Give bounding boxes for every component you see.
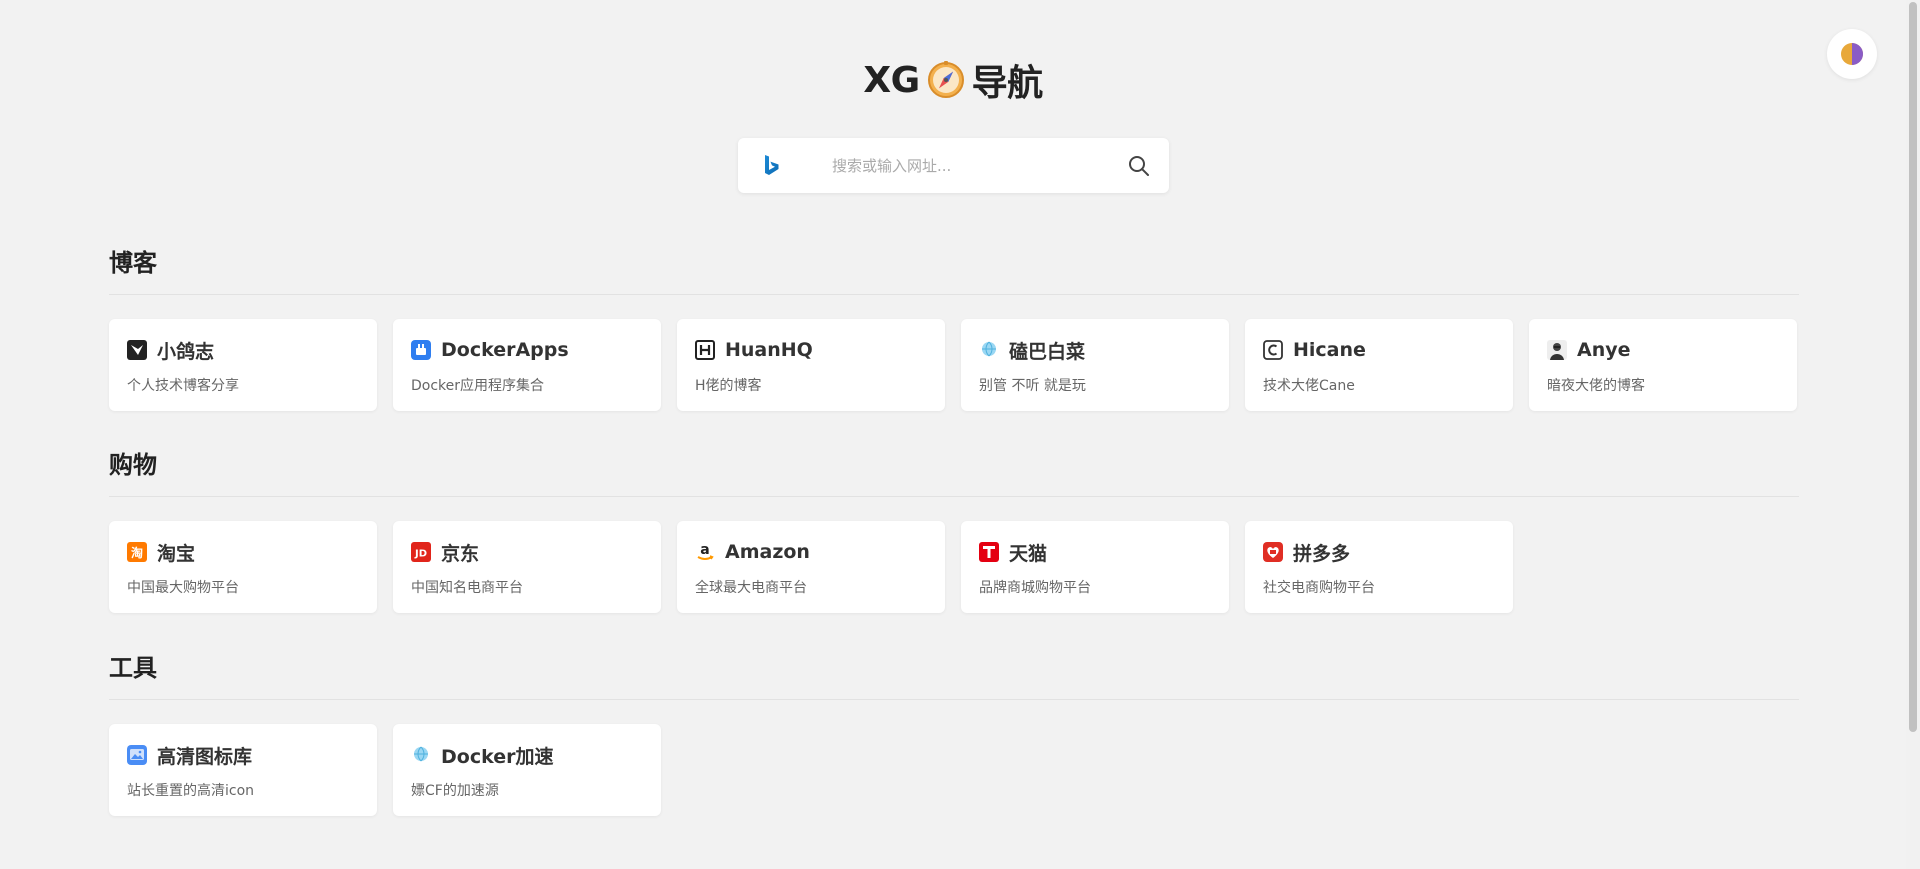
link-card-jd[interactable]: JD 京东 中国知名电商平台 [393, 521, 661, 613]
section-blog: 博客 小鸽志 个人技术博客分享 DockerApps Docker应用程序集合 … [109, 243, 1799, 411]
card-description: Docker应用程序集合 [411, 378, 545, 394]
xiaogezhi-icon [127, 340, 147, 360]
link-card-taobao[interactable]: 淘 淘宝 中国最大购物平台 [109, 521, 377, 613]
scrollbar[interactable] [1906, 0, 1920, 869]
card-title: 天猫 [1009, 542, 1048, 565]
card-title: 京东 [441, 542, 480, 565]
svg-text:淘: 淘 [131, 545, 143, 560]
search-engine-selector[interactable] [762, 138, 812, 193]
link-card-amazon[interactable]: a Amazon 全球最大电商平台 [677, 521, 945, 613]
card-description: H佬的博客 [695, 378, 762, 394]
card-description: 暗夜大佬的博客 [1547, 378, 1645, 394]
card-grid: 高清图标库 站长重置的高清icon Docker加速 嫖CF的加速源 [109, 724, 1799, 816]
card-description: 品牌商城购物平台 [979, 580, 1091, 596]
card-description: 技术大佬Cane [1263, 378, 1355, 394]
link-card-dockerapps[interactable]: DockerApps Docker应用程序集合 [393, 319, 661, 411]
search-box [738, 138, 1169, 193]
link-card-docker-mirror[interactable]: Docker加速 嫖CF的加速源 [393, 724, 661, 816]
compass-icon [926, 60, 966, 100]
scrollbar-thumb[interactable] [1909, 2, 1917, 732]
card-title: 淘宝 [157, 542, 196, 565]
anye-avatar-icon [1547, 340, 1567, 360]
card-description: 站长重置的高清icon [127, 783, 255, 799]
dockerapps-icon [411, 340, 431, 360]
card-title: 磕巴白菜 [1009, 340, 1086, 363]
section-title: 工具 [109, 654, 157, 682]
card-title: DockerApps [441, 339, 569, 361]
section-tools: 工具 高清图标库 站长重置的高清icon Docker加速 嫖CF的加速源 [109, 648, 1799, 816]
card-description: 嫖CF的加速源 [411, 783, 499, 799]
card-description: 全球最大电商平台 [695, 580, 807, 596]
taobao-icon: 淘 [127, 542, 147, 562]
section-title: 购物 [109, 451, 157, 479]
link-card-huanhq[interactable]: HuanHQ H佬的博客 [677, 319, 945, 411]
card-title: Anye [1577, 339, 1631, 361]
jd-icon: JD [411, 542, 431, 562]
link-card-tmall[interactable]: 天猫 品牌商城购物平台 [961, 521, 1229, 613]
card-title: 高清图标库 [157, 745, 253, 768]
image-gallery-icon [127, 745, 147, 765]
svg-text:a: a [700, 542, 709, 558]
huanhq-icon [695, 340, 715, 360]
card-title: Hicane [1293, 339, 1366, 361]
search-button[interactable] [1119, 146, 1159, 186]
pinduoduo-icon [1263, 542, 1283, 562]
card-grid: 小鸽志 个人技术博客分享 DockerApps Docker应用程序集合 Hua… [109, 319, 1799, 411]
hicane-icon [1263, 340, 1283, 360]
card-description: 个人技术博客分享 [127, 378, 239, 394]
link-card-icon-library[interactable]: 高清图标库 站长重置的高清icon [109, 724, 377, 816]
page-title: XG 导航 [0, 54, 1906, 106]
title-suffix: 导航 [971, 63, 1044, 104]
card-title: 拼多多 [1293, 542, 1351, 565]
amazon-icon: a [695, 542, 715, 562]
section-divider [109, 496, 1799, 497]
card-description: 社交电商购物平台 [1263, 580, 1375, 596]
card-title: Docker加速 [441, 745, 554, 768]
bing-icon [765, 154, 779, 175]
card-description: 中国知名电商平台 [411, 580, 523, 596]
card-title: Amazon [725, 541, 810, 563]
globe-icon [979, 340, 999, 360]
page: XG 导航 搜索或输入网址... 博客 小鸽志 个人技术博客分享 DockerA… [0, 0, 1920, 869]
card-description: 别管 不听 就是玩 [979, 378, 1086, 394]
globe-icon [411, 745, 431, 765]
title-prefix: XG [863, 59, 920, 101]
link-card-xiaogezhi[interactable]: 小鸽志 个人技术博客分享 [109, 319, 377, 411]
link-card-hicane[interactable]: Hicane 技术大佬Cane [1245, 319, 1513, 411]
search-input[interactable] [832, 145, 1119, 186]
section-shopping: 购物 淘 淘宝 中国最大购物平台 JD 京东 中国知名电商平台 a Amazon… [109, 445, 1799, 613]
svg-text:JD: JD [414, 549, 427, 560]
section-divider [109, 294, 1799, 295]
section-title: 博客 [109, 249, 157, 277]
search-icon [1129, 155, 1149, 176]
link-card-pinduoduo[interactable]: 拼多多 社交电商购物平台 [1245, 521, 1513, 613]
card-title: 小鸽志 [157, 340, 215, 363]
card-description: 中国最大购物平台 [127, 580, 239, 596]
card-title: HuanHQ [725, 339, 813, 361]
section-divider [109, 699, 1799, 700]
tmall-icon [979, 542, 999, 562]
card-grid: 淘 淘宝 中国最大购物平台 JD 京东 中国知名电商平台 a Amazon 全球… [109, 521, 1799, 613]
link-card-kebabaicai[interactable]: 磕巴白菜 别管 不听 就是玩 [961, 319, 1229, 411]
link-card-anye[interactable]: Anye 暗夜大佬的博客 [1529, 319, 1797, 411]
